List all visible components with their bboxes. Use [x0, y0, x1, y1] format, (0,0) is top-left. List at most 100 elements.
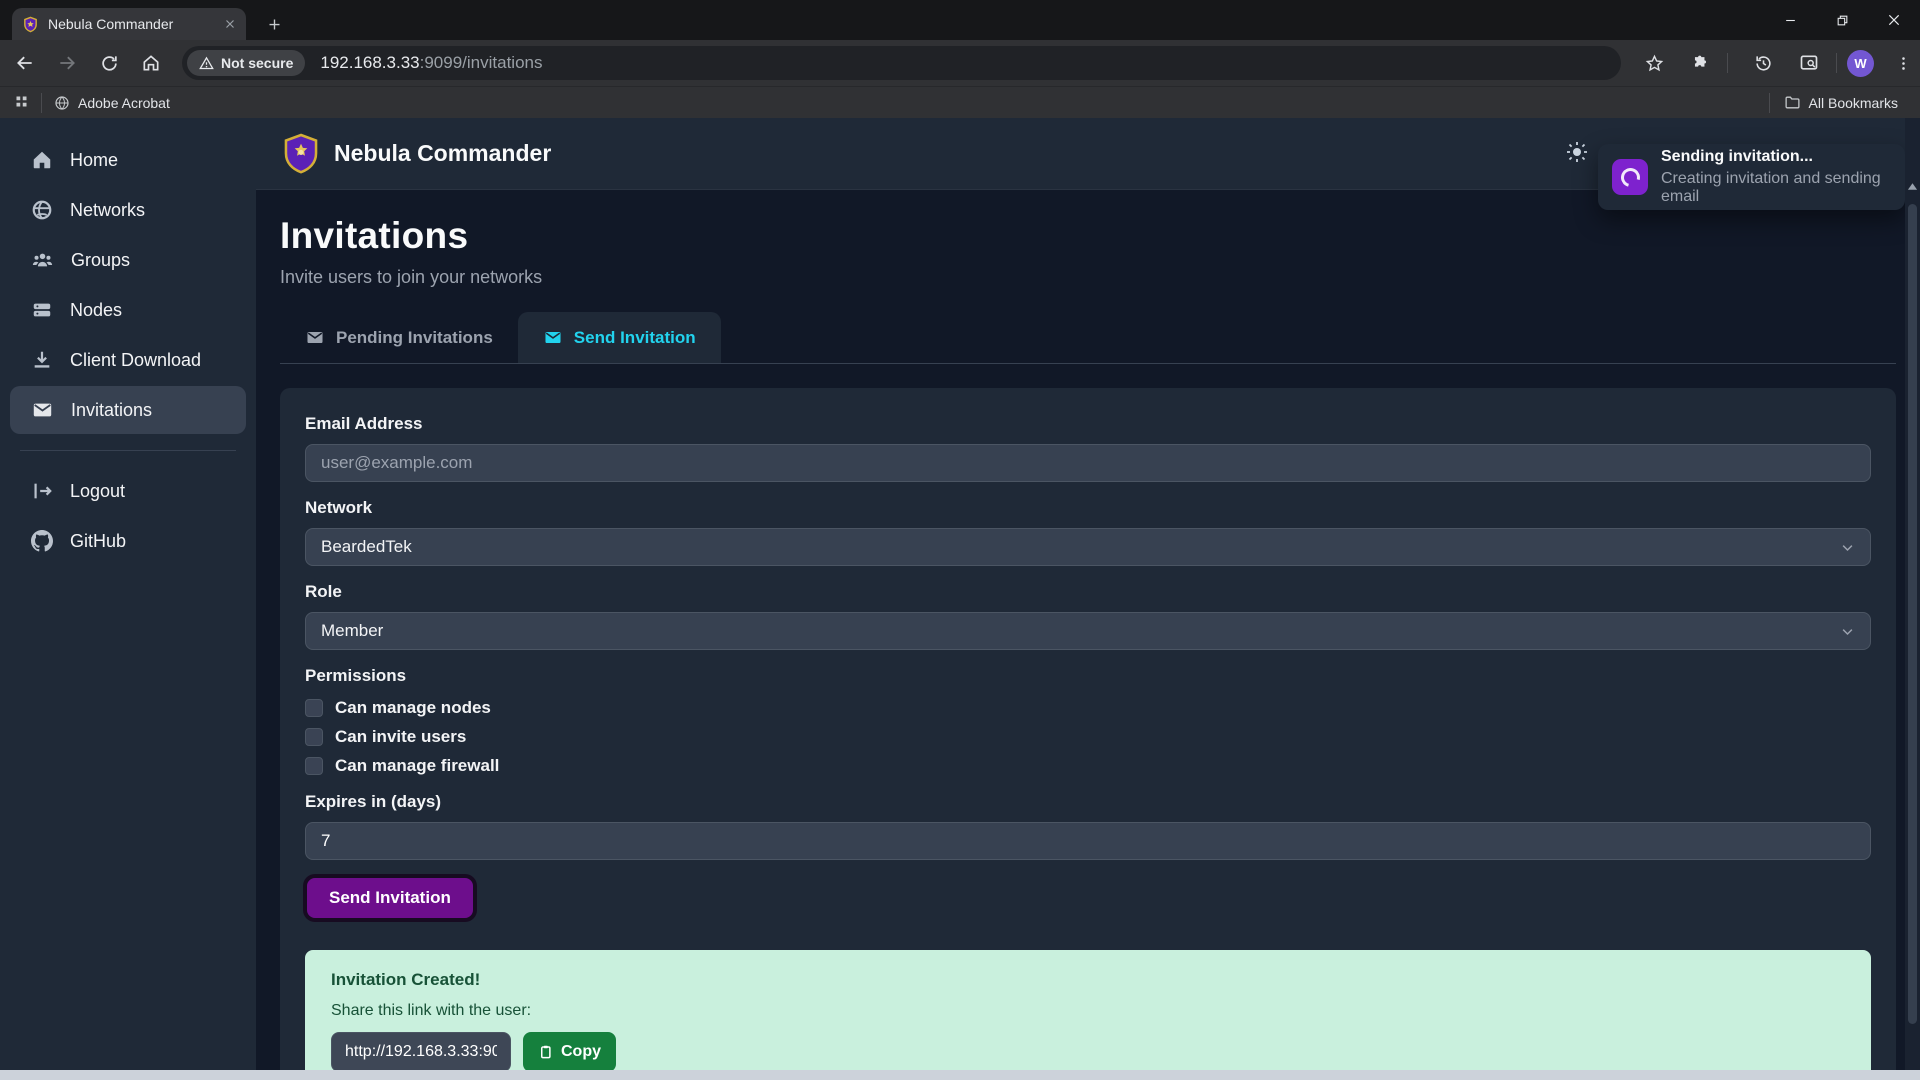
home-icon	[141, 53, 161, 73]
page-scrollbar[interactable]	[1905, 118, 1920, 1070]
all-bookmarks[interactable]: All Bookmarks	[1763, 93, 1898, 113]
chevron-down-icon	[1840, 624, 1855, 639]
kebab-menu-icon	[1895, 55, 1912, 72]
copy-link-button[interactable]: Copy	[523, 1032, 616, 1070]
can-manage-nodes-checkbox[interactable]	[305, 699, 323, 717]
address-bar[interactable]: Not secure 192.168.3.33:9099/invitations	[182, 46, 1621, 80]
scroll-up-arrow-icon[interactable]	[1907, 182, 1918, 194]
sidebar-item-client-download[interactable]: Client Download	[10, 336, 246, 384]
url-host: 192.168.3.33	[320, 53, 419, 72]
home-button[interactable]	[134, 46, 168, 80]
back-button[interactable]	[8, 46, 42, 80]
minimize-icon	[1784, 14, 1797, 27]
apps-grid-button[interactable]	[14, 94, 29, 112]
tab-close-icon[interactable]	[224, 18, 236, 30]
maximize-button[interactable]	[1816, 0, 1868, 40]
theme-toggle-button[interactable]	[1565, 140, 1589, 169]
bookmarks-separator	[1769, 93, 1770, 113]
back-icon	[15, 53, 35, 73]
sidebar-item-logout[interactable]: Logout	[10, 467, 246, 515]
checkbox-label: Can invite users	[335, 727, 466, 747]
permission-row: Can invite users	[305, 725, 1871, 749]
browser-toolbar: Not secure 192.168.3.33:9099/invitations	[0, 40, 1920, 86]
email-label: Email Address	[305, 414, 1871, 434]
side-panel-search-icon	[1799, 53, 1819, 73]
sidebar-item-label: GitHub	[70, 531, 126, 552]
sidebar-item-github[interactable]: GitHub	[10, 517, 246, 565]
puzzle-icon	[1691, 54, 1710, 73]
new-tab-button[interactable]	[260, 10, 288, 38]
permission-row: Can manage nodes	[305, 696, 1871, 720]
forward-icon	[57, 53, 77, 73]
reload-button[interactable]	[92, 46, 126, 80]
toolbar-separator	[1727, 53, 1728, 73]
sidebar-item-home[interactable]: Home	[10, 136, 246, 184]
minimize-button[interactable]	[1764, 0, 1816, 40]
home-icon	[31, 149, 53, 171]
network-selected-value: BeardedTek	[321, 537, 412, 557]
apps-grid-icon	[14, 94, 29, 109]
email-input[interactable]	[305, 444, 1871, 482]
toast-notification[interactable]: Sending invitation... Creating invitatio…	[1598, 144, 1905, 210]
send-invitation-button[interactable]: Send Invitation	[307, 878, 473, 918]
page-content: Invitations Invite users to join your ne…	[256, 215, 1920, 1070]
all-bookmarks-label: All Bookmarks	[1809, 95, 1898, 111]
users-icon	[31, 249, 54, 271]
close-icon	[1887, 13, 1901, 27]
role-select[interactable]: Member	[305, 612, 1871, 650]
extensions-button[interactable]	[1683, 46, 1717, 80]
menu-button[interactable]	[1886, 46, 1920, 80]
browser-tab[interactable]: Nebula Commander	[12, 8, 246, 40]
sidebar-item-label: Nodes	[70, 300, 122, 321]
logout-icon	[31, 480, 53, 502]
forward-button[interactable]	[50, 46, 84, 80]
url-text: 192.168.3.33:9099/invitations	[320, 53, 542, 73]
restore-icon	[1836, 14, 1849, 27]
folder-icon	[1784, 94, 1801, 111]
expires-label: Expires in (days)	[305, 792, 1871, 812]
send-invitation-card: Email Address Network BeardedTek Role	[280, 388, 1896, 1070]
web-page: Home Networks Groups Nodes Clien	[0, 118, 1920, 1070]
invitation-created-alert: Invitation Created! Share this link with…	[305, 950, 1871, 1070]
reading-mode-button[interactable]	[1792, 46, 1826, 80]
envelope-icon	[305, 328, 325, 347]
network-select[interactable]: BeardedTek	[305, 528, 1871, 566]
tab-bar: Pending Invitations Send Invitation	[280, 312, 1896, 364]
envelope-icon	[543, 328, 563, 347]
sidebar-item-networks[interactable]: Networks	[10, 186, 246, 234]
sidebar-item-label: Networks	[70, 200, 145, 221]
can-manage-firewall-checkbox[interactable]	[305, 757, 323, 775]
plus-icon	[267, 17, 282, 32]
tab-title: Nebula Commander	[48, 16, 215, 32]
main-area: Nebula Commander Invitations Invite user…	[256, 118, 1920, 1070]
sidebar-item-invitations[interactable]: Invitations	[10, 386, 246, 434]
bookmark-star-button[interactable]	[1637, 46, 1671, 80]
permission-row: Can manage firewall	[305, 754, 1871, 778]
warning-icon	[199, 56, 214, 71]
tab-pending-invitations[interactable]: Pending Invitations	[280, 312, 518, 363]
invitation-link-input[interactable]	[331, 1032, 511, 1070]
sidebar-item-groups[interactable]: Groups	[10, 236, 246, 284]
toast-text: Sending invitation... Creating invitatio…	[1661, 148, 1891, 206]
email-group: Email Address	[305, 414, 1871, 482]
copy-label: Copy	[561, 1043, 601, 1061]
bookmark-adobe-acrobat[interactable]: Adobe Acrobat	[54, 95, 170, 111]
tab-send-invitation[interactable]: Send Invitation	[518, 312, 721, 363]
download-icon	[31, 349, 53, 371]
toolbar-right: W	[1629, 46, 1920, 80]
history-button[interactable]	[1746, 46, 1780, 80]
close-button[interactable]	[1868, 0, 1920, 40]
security-chip[interactable]: Not secure	[187, 50, 305, 76]
toast-title: Sending invitation...	[1661, 148, 1891, 166]
profile-avatar[interactable]: W	[1847, 50, 1874, 77]
expires-input[interactable]	[305, 822, 1871, 860]
permissions-label: Permissions	[305, 666, 1871, 686]
sidebar-item-nodes[interactable]: Nodes	[10, 286, 246, 334]
history-icon	[1754, 54, 1773, 73]
tab-label: Send Invitation	[574, 328, 696, 348]
checkbox-label: Can manage nodes	[335, 698, 491, 718]
sidebar-item-label: Client Download	[70, 350, 201, 371]
bookmark-label: Adobe Acrobat	[78, 95, 170, 111]
scrollbar-thumb[interactable]	[1908, 204, 1917, 1024]
can-invite-users-checkbox[interactable]	[305, 728, 323, 746]
